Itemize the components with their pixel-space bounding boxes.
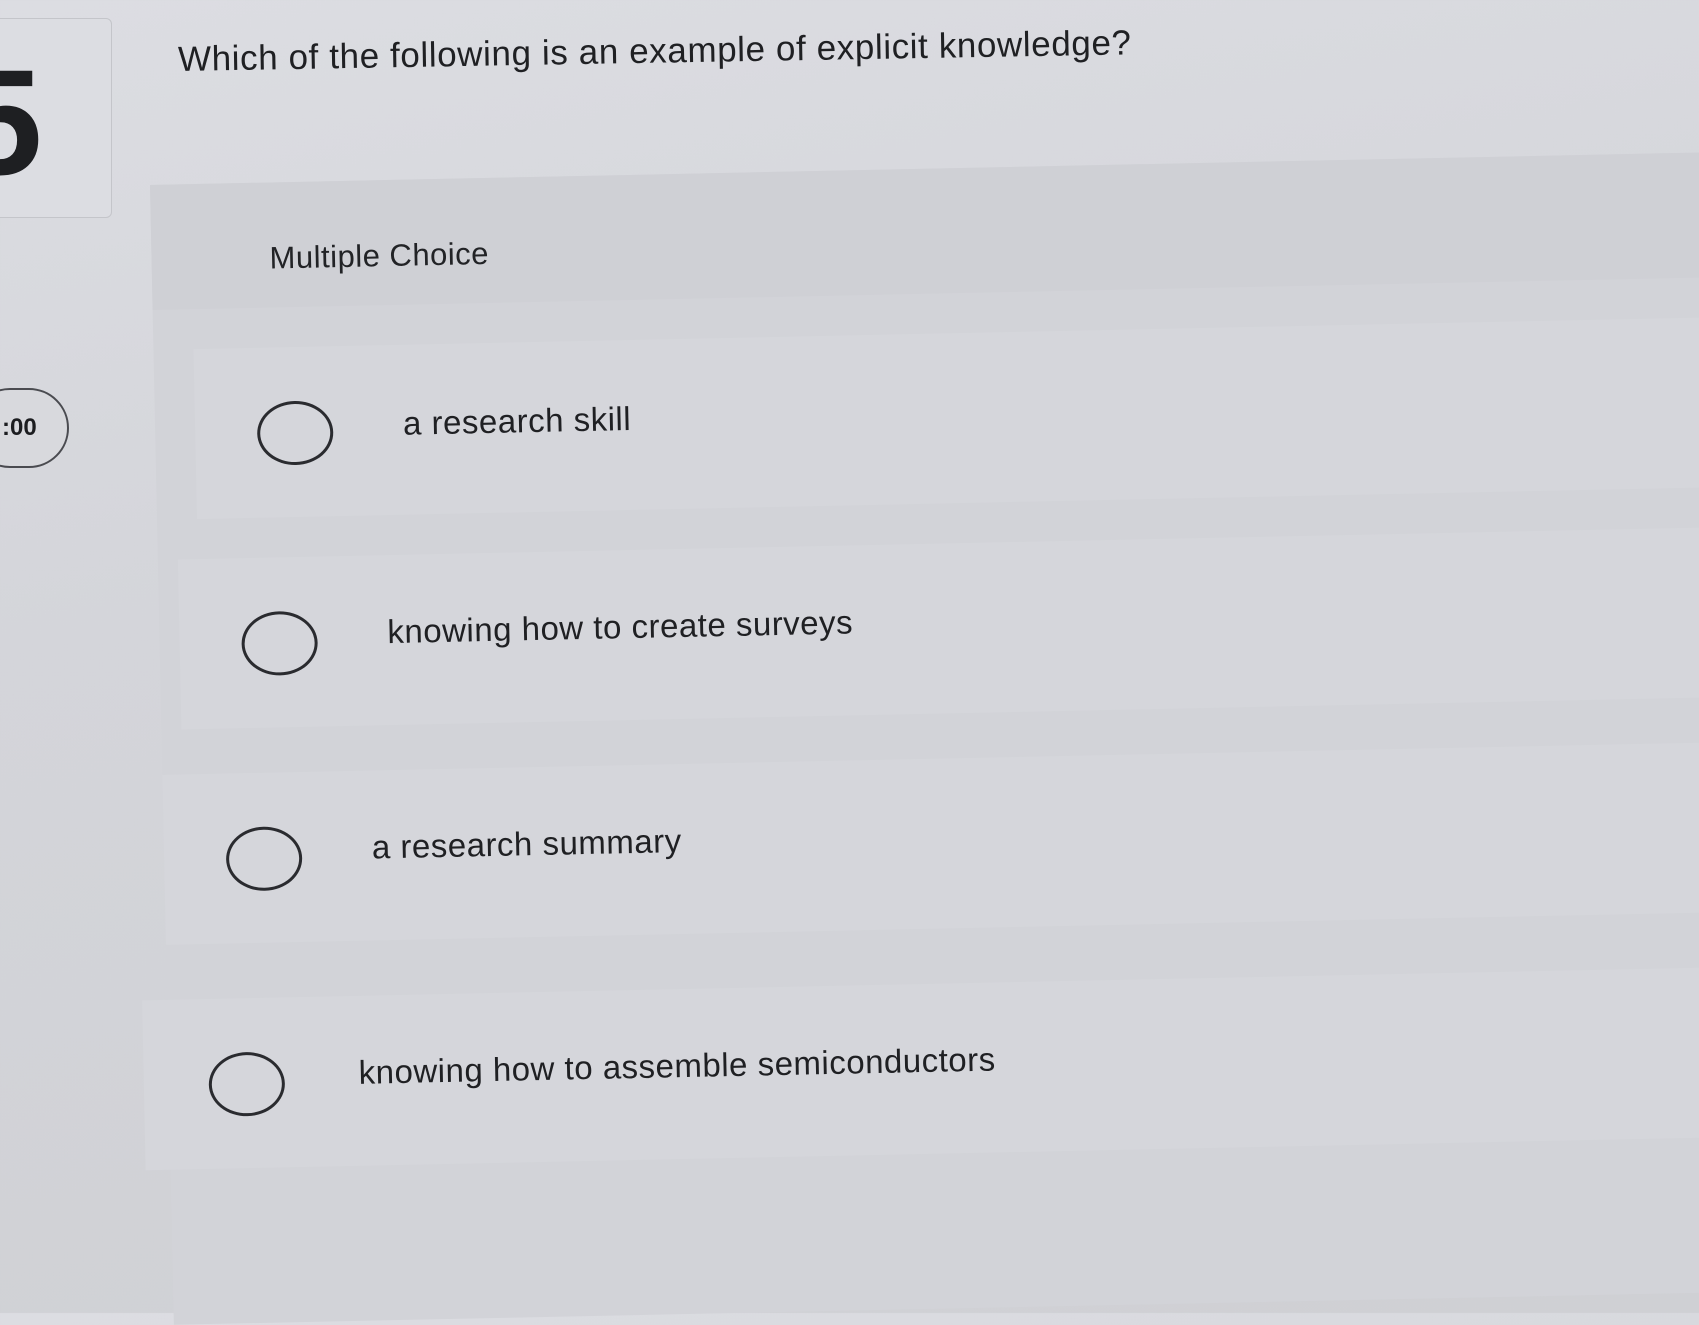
- question-prompt: Which of the following is an example of …: [177, 23, 1132, 79]
- answer-option-1[interactable]: a research skill: [193, 316, 1699, 520]
- question-number-card: 5: [0, 18, 112, 218]
- question-type-label: Multiple Choice: [269, 235, 490, 276]
- timer-badge: :00: [0, 388, 69, 468]
- answer-option-4[interactable]: knowing how to assemble semiconductors: [142, 967, 1699, 1171]
- question-type-header: Multiple Choice: [150, 152, 1699, 310]
- radio-button-icon[interactable]: [256, 400, 334, 466]
- answer-panel: Multiple Choice a research skill knowing…: [142, 152, 1699, 1325]
- answer-option-3[interactable]: a research summary: [162, 742, 1699, 945]
- option-label: a research summary: [371, 822, 682, 866]
- answer-option-2[interactable]: knowing how to create surveys: [177, 526, 1699, 730]
- timer-text: :00: [2, 414, 37, 441]
- radio-button-icon[interactable]: [208, 1051, 286, 1117]
- question-number: 5: [0, 47, 42, 197]
- option-label: knowing how to assemble semiconductors: [358, 1040, 997, 1091]
- option-label: a research skill: [402, 399, 632, 442]
- radio-button-icon[interactable]: [240, 610, 319, 677]
- option-label: knowing how to create surveys: [387, 603, 854, 651]
- radio-button-icon[interactable]: [225, 825, 303, 892]
